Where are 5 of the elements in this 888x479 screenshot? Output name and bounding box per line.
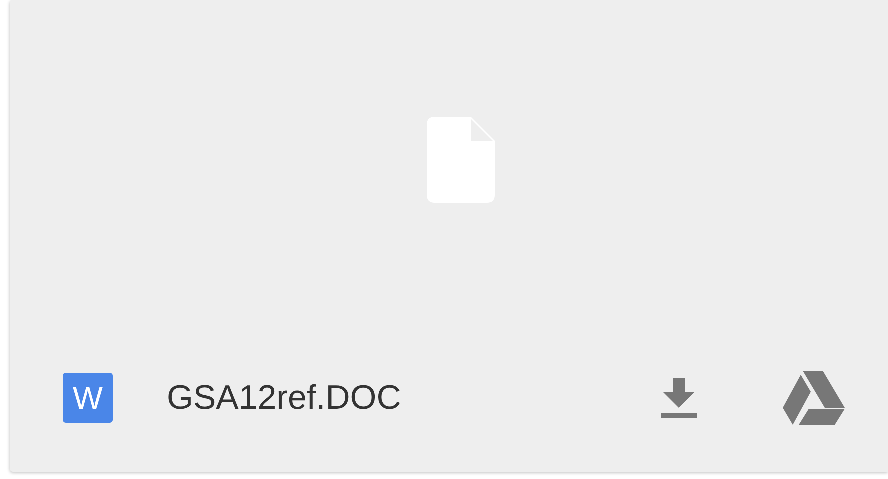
download-icon[interactable] [659,378,699,418]
file-name: GSA12ref.DOC [167,378,402,418]
word-file-badge: W [63,373,113,423]
triangle-logo-icon[interactable] [783,371,845,425]
attachment-card[interactable]: W GSA12ref.DOC [10,0,888,472]
